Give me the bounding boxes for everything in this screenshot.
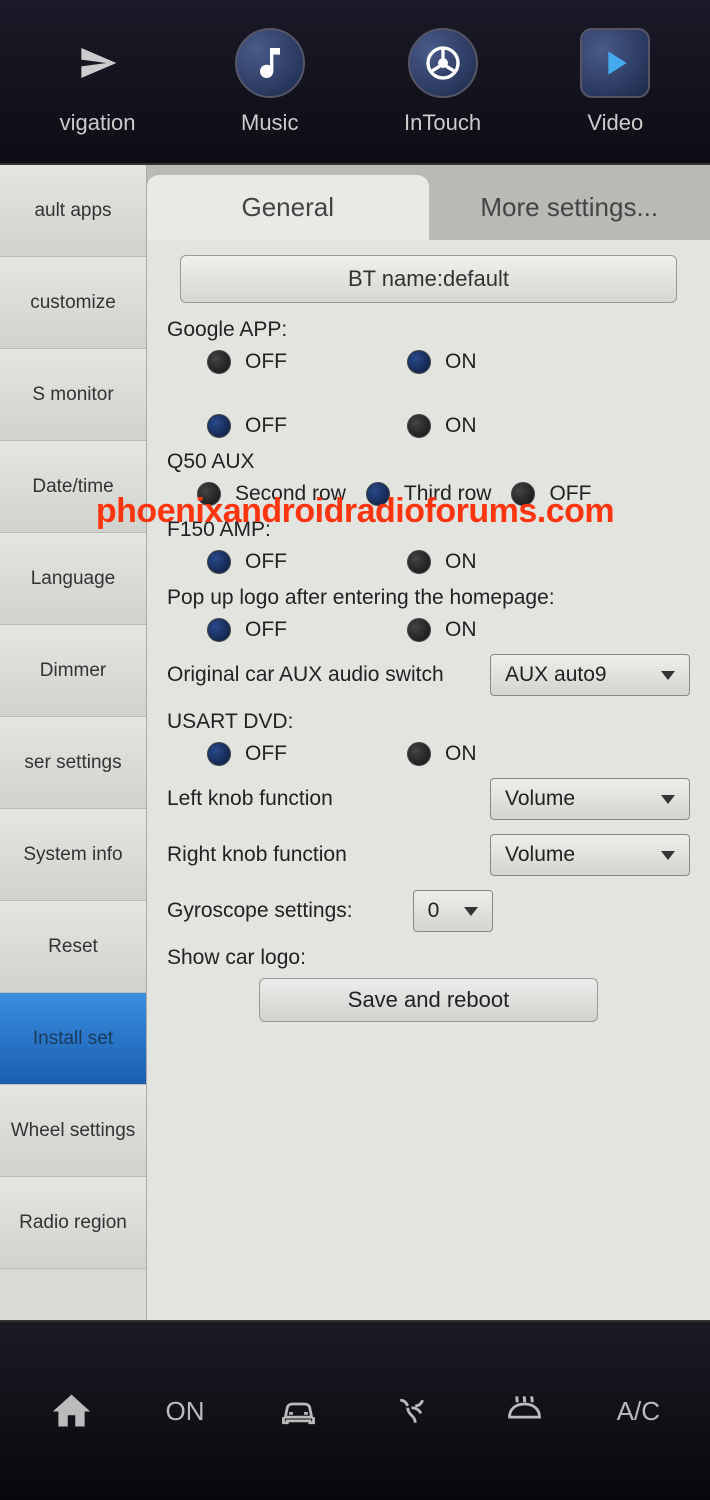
nav-label: Video bbox=[587, 110, 643, 136]
radio-dot-icon bbox=[407, 742, 431, 766]
radio-dot-icon bbox=[207, 618, 231, 642]
label-popup-logo: Pop up logo after entering the homepage: bbox=[167, 586, 690, 610]
radio-dot-icon bbox=[207, 742, 231, 766]
nav-label: Music bbox=[241, 110, 298, 136]
music-icon bbox=[235, 28, 305, 98]
label-left-knob: Left knob function bbox=[167, 787, 333, 811]
setting-f150-amp: F150 AMP: OFF ON bbox=[167, 518, 690, 574]
chevron-down-icon bbox=[661, 851, 675, 860]
radio-dot-icon bbox=[407, 618, 431, 642]
sidebar-item-reset[interactable]: Reset bbox=[0, 901, 146, 993]
radio-dot-icon bbox=[511, 482, 535, 506]
sidebar-item-radio-region[interactable]: Radio region bbox=[0, 1177, 146, 1269]
radio-f150-off[interactable]: OFF bbox=[207, 550, 287, 574]
radio-dot-icon bbox=[207, 550, 231, 574]
radio-popup-off[interactable]: OFF bbox=[207, 618, 287, 642]
setting-usart-dvd: USART DVD: OFF ON bbox=[167, 710, 690, 766]
dropdown-aux-switch[interactable]: AUX auto9 bbox=[490, 654, 690, 696]
setting-right-knob: Right knob function Volume bbox=[167, 834, 690, 876]
nav-navigation[interactable]: vigation bbox=[60, 28, 136, 136]
sidebar-item-dimmer[interactable]: Dimmer bbox=[0, 625, 146, 717]
home-button[interactable] bbox=[32, 1371, 112, 1451]
content-panel: General More settings... BT name:default… bbox=[147, 165, 710, 1320]
label-right-knob: Right knob function bbox=[167, 843, 347, 867]
label-q50-aux: Q50 AUX bbox=[167, 450, 690, 474]
radio-popup-on[interactable]: ON bbox=[407, 618, 477, 642]
label-gyroscope: Gyroscope settings: bbox=[167, 899, 353, 923]
chevron-down-icon bbox=[661, 671, 675, 680]
chevron-down-icon bbox=[464, 907, 478, 916]
radio-q50-second[interactable]: Second row bbox=[197, 482, 346, 506]
radio-q50-off[interactable]: OFF bbox=[511, 482, 591, 506]
sidebar: ault apps customize S monitor Date/time … bbox=[0, 165, 147, 1320]
setting-google-app: Google APP: OFF ON bbox=[167, 318, 690, 374]
radio-dot-icon bbox=[197, 482, 221, 506]
bt-name-button[interactable]: BT name:default bbox=[180, 255, 677, 303]
airflow-icon[interactable] bbox=[372, 1371, 452, 1451]
play-icon bbox=[580, 28, 650, 98]
radio-usart-off[interactable]: OFF bbox=[207, 742, 287, 766]
settings-body: BT name:default Google APP: OFF ON OFF O… bbox=[147, 240, 710, 1320]
ac-button[interactable]: A/C bbox=[598, 1371, 678, 1451]
sidebar-item-language[interactable]: Language bbox=[0, 533, 146, 625]
sidebar-item-user-settings[interactable]: ser settings bbox=[0, 717, 146, 809]
nav-intouch[interactable]: InTouch bbox=[404, 28, 481, 136]
bottom-bar: ON A/C bbox=[0, 1320, 710, 1500]
setting-q50-aux: Q50 AUX Second row Third row OFF bbox=[167, 450, 690, 506]
defrost-icon[interactable] bbox=[485, 1371, 565, 1451]
sidebar-item-monitor[interactable]: S monitor bbox=[0, 349, 146, 441]
radio-dot-icon bbox=[407, 414, 431, 438]
label-show-logo: Show car logo: bbox=[167, 946, 690, 970]
sidebar-item-wheel-settings[interactable]: Wheel settings bbox=[0, 1085, 146, 1177]
top-nav: vigation Music InTouch Video bbox=[0, 0, 710, 165]
label-google-app: Google APP: bbox=[167, 318, 690, 342]
setting-row2: OFF ON bbox=[167, 414, 690, 438]
sidebar-item-datetime[interactable]: Date/time bbox=[0, 441, 146, 533]
setting-popup-logo: Pop up logo after entering the homepage:… bbox=[167, 586, 690, 642]
tab-general[interactable]: General bbox=[147, 175, 429, 240]
sidebar-item-default-apps[interactable]: ault apps bbox=[0, 165, 146, 257]
dropdown-left-knob[interactable]: Volume bbox=[490, 778, 690, 820]
main-area: ault apps customize S monitor Date/time … bbox=[0, 165, 710, 1320]
radio-dot-icon bbox=[207, 350, 231, 374]
radio-usart-on[interactable]: ON bbox=[407, 742, 477, 766]
setting-left-knob: Left knob function Volume bbox=[167, 778, 690, 820]
label-usart-dvd: USART DVD: bbox=[167, 710, 690, 734]
radio-q50-third[interactable]: Third row bbox=[366, 482, 492, 506]
radio-dot-icon bbox=[366, 482, 390, 506]
dropdown-right-knob[interactable]: Volume bbox=[490, 834, 690, 876]
radio-dot-icon bbox=[407, 350, 431, 374]
radio-google-on[interactable]: ON bbox=[407, 350, 477, 374]
nav-label: InTouch bbox=[404, 110, 481, 136]
radio-dot-icon bbox=[207, 414, 231, 438]
plane-icon bbox=[63, 28, 133, 98]
nav-music[interactable]: Music bbox=[235, 28, 305, 136]
radio-f150-on[interactable]: ON bbox=[407, 550, 477, 574]
sidebar-item-customize[interactable]: customize bbox=[0, 257, 146, 349]
sidebar-item-install-set[interactable]: Install set bbox=[0, 993, 146, 1085]
save-reboot-button[interactable]: Save and reboot bbox=[259, 978, 599, 1022]
tabs: General More settings... bbox=[147, 165, 710, 240]
radio-row2-off[interactable]: OFF bbox=[207, 414, 287, 438]
setting-gyroscope: Gyroscope settings: 0 bbox=[167, 890, 690, 932]
label-aux-switch: Original car AUX audio switch bbox=[167, 663, 444, 687]
wheel-icon bbox=[408, 28, 478, 98]
car-icon[interactable] bbox=[258, 1371, 338, 1451]
radio-dot-icon bbox=[407, 550, 431, 574]
label-f150-amp: F150 AMP: bbox=[167, 518, 690, 542]
nav-label: vigation bbox=[60, 110, 136, 136]
dropdown-gyroscope[interactable]: 0 bbox=[413, 890, 493, 932]
radio-row2-on[interactable]: ON bbox=[407, 414, 477, 438]
radio-google-off[interactable]: OFF bbox=[207, 350, 287, 374]
nav-video[interactable]: Video bbox=[580, 28, 650, 136]
chevron-down-icon bbox=[661, 795, 675, 804]
tab-more-settings[interactable]: More settings... bbox=[429, 175, 710, 240]
setting-aux-switch: Original car AUX audio switch AUX auto9 bbox=[167, 654, 690, 696]
on-button[interactable]: ON bbox=[145, 1371, 225, 1451]
sidebar-item-system-info[interactable]: System info bbox=[0, 809, 146, 901]
